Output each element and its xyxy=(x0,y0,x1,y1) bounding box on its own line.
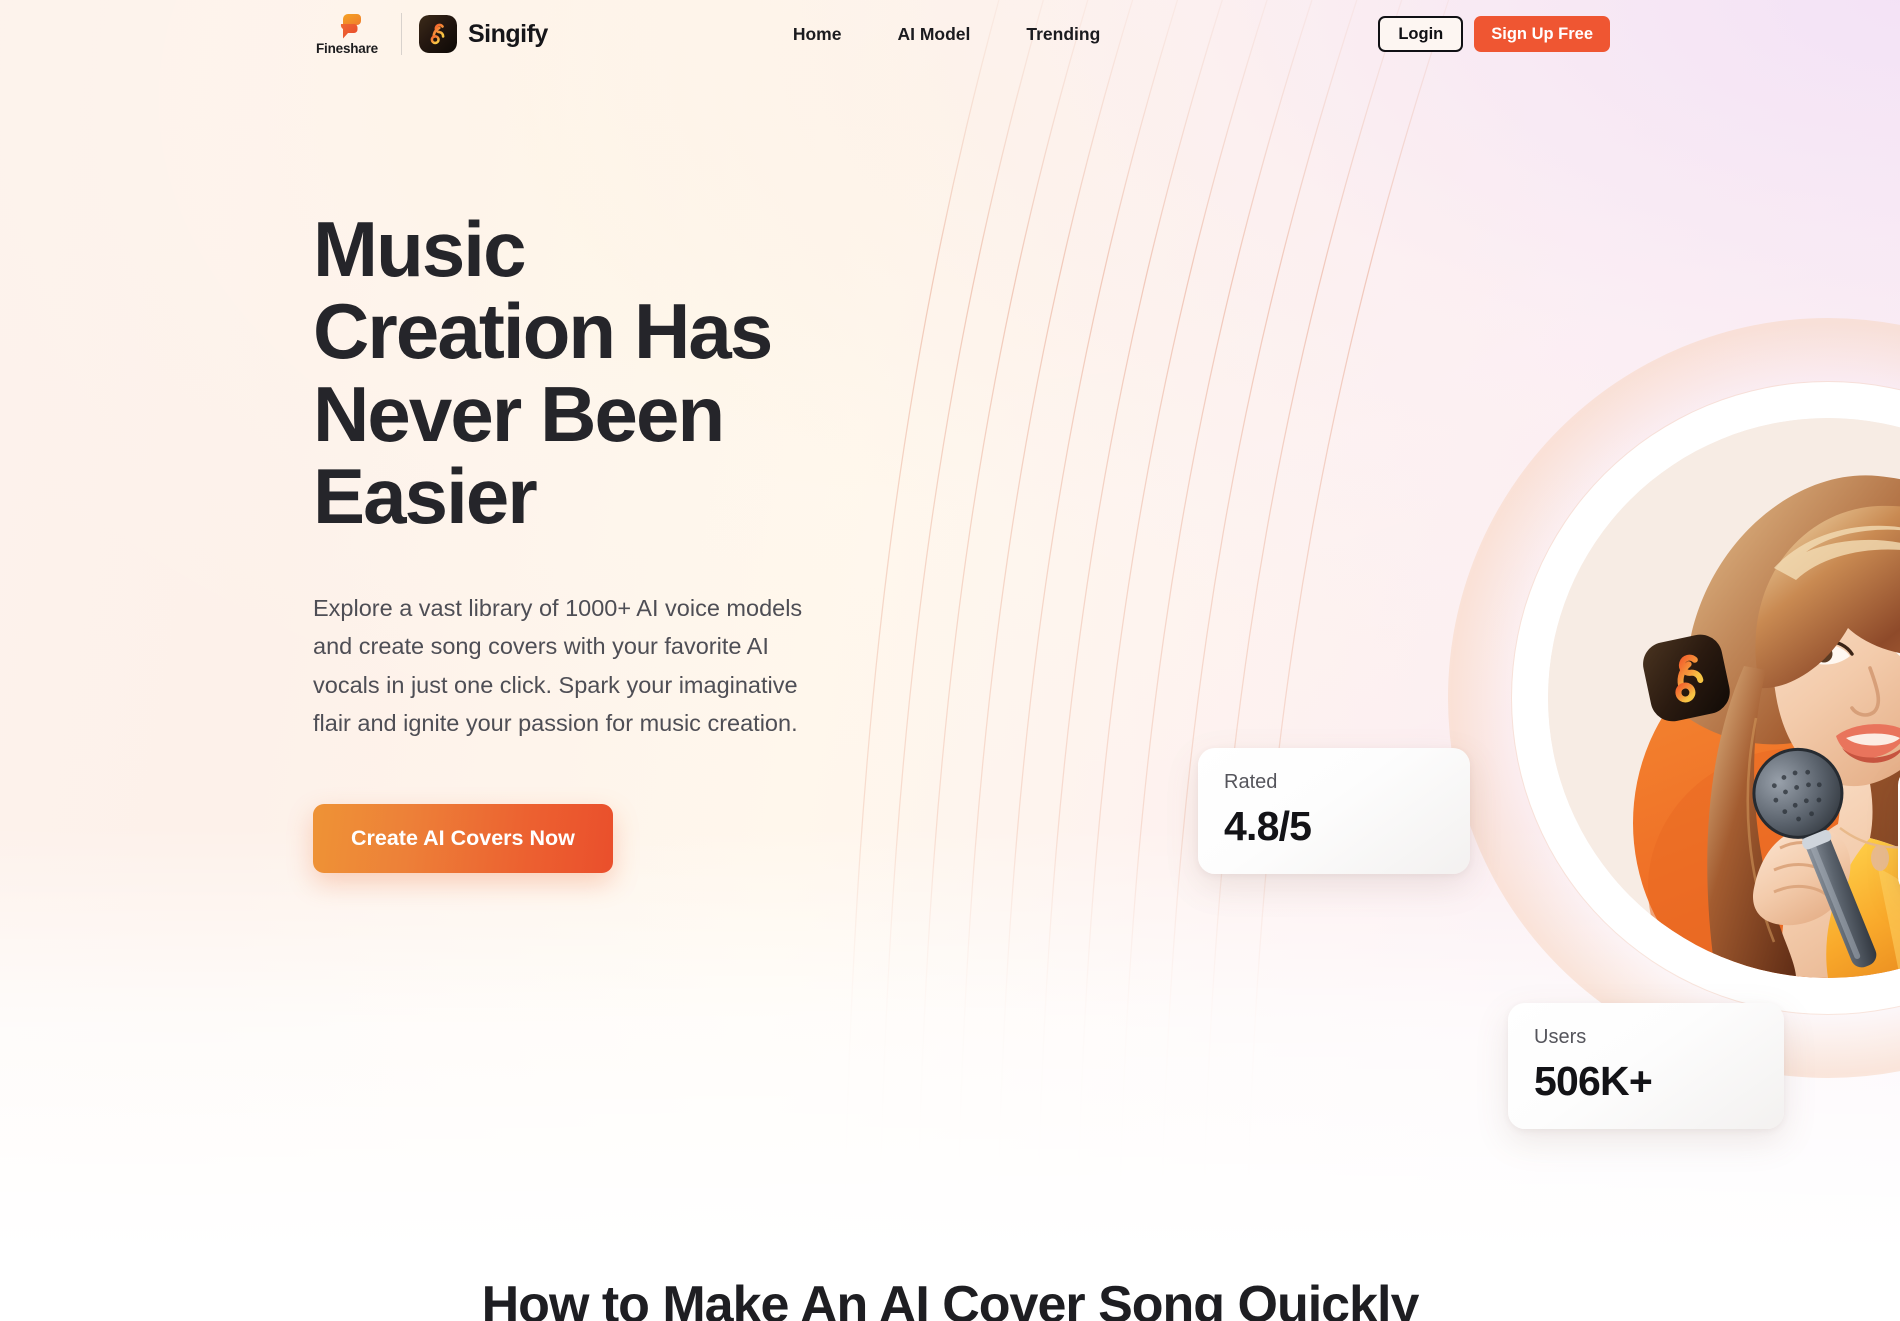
nav-link-trending[interactable]: Trending xyxy=(1026,24,1100,45)
hero-content: Music Creation Has Never Been Easier Exp… xyxy=(0,68,1900,1188)
how-to-section-heading: How to Make An AI Cover Song Quickly xyxy=(481,1276,1420,1321)
hero-description: Explore a vast library of 1000+ AI voice… xyxy=(313,595,803,737)
top-navigation-bar: Fineshare Singify Home AI Model Trending… xyxy=(0,0,1900,68)
hero-visual-column: Rated 4.8/5 Models 1000+ Users 506K+ xyxy=(873,68,1900,1188)
nav-link-home[interactable]: Home xyxy=(793,24,842,45)
brand-group: Fineshare Singify xyxy=(310,13,548,56)
signup-button[interactable]: Sign Up Free xyxy=(1474,15,1610,53)
singify-app-icon xyxy=(419,15,457,53)
login-button[interactable]: Login xyxy=(1378,15,1464,53)
nav-link-ai-model[interactable]: AI Model xyxy=(897,24,970,45)
stat-label-rated: Rated xyxy=(1224,771,1278,793)
how-to-section: How to Make An AI Cover Song Quickly xyxy=(0,1255,1900,1321)
stat-value-rated: 4.8/5 xyxy=(1224,803,1312,849)
hero-headline: Music Creation Has Never Been Easier xyxy=(313,205,773,540)
create-ai-covers-button[interactable]: Create AI Covers Now xyxy=(313,804,613,874)
nav-links: Home AI Model Trending xyxy=(793,24,1100,45)
fineshare-logo-link[interactable]: Fineshare xyxy=(310,13,384,56)
fineshare-wordmark: Fineshare xyxy=(316,40,378,56)
hero-text-column: Music Creation Has Never Been Easier Exp… xyxy=(313,68,873,1188)
singify-wordmark: Singify xyxy=(468,19,548,48)
stat-label-users: Users xyxy=(1534,1026,1587,1048)
stat-value-users: 506K+ xyxy=(1534,1058,1653,1104)
brand-divider xyxy=(401,13,402,55)
stat-card-users: Users 506K+ xyxy=(1508,1003,1784,1130)
fineshare-logo-icon xyxy=(339,13,361,39)
singify-logo-link[interactable]: Singify xyxy=(419,15,548,53)
hero-section: Fineshare Singify Home AI Model Trending… xyxy=(0,0,1900,1255)
nav-actions: Login Sign Up Free xyxy=(1378,15,1610,53)
stat-card-rated: Rated 4.8/5 xyxy=(1198,748,1470,875)
